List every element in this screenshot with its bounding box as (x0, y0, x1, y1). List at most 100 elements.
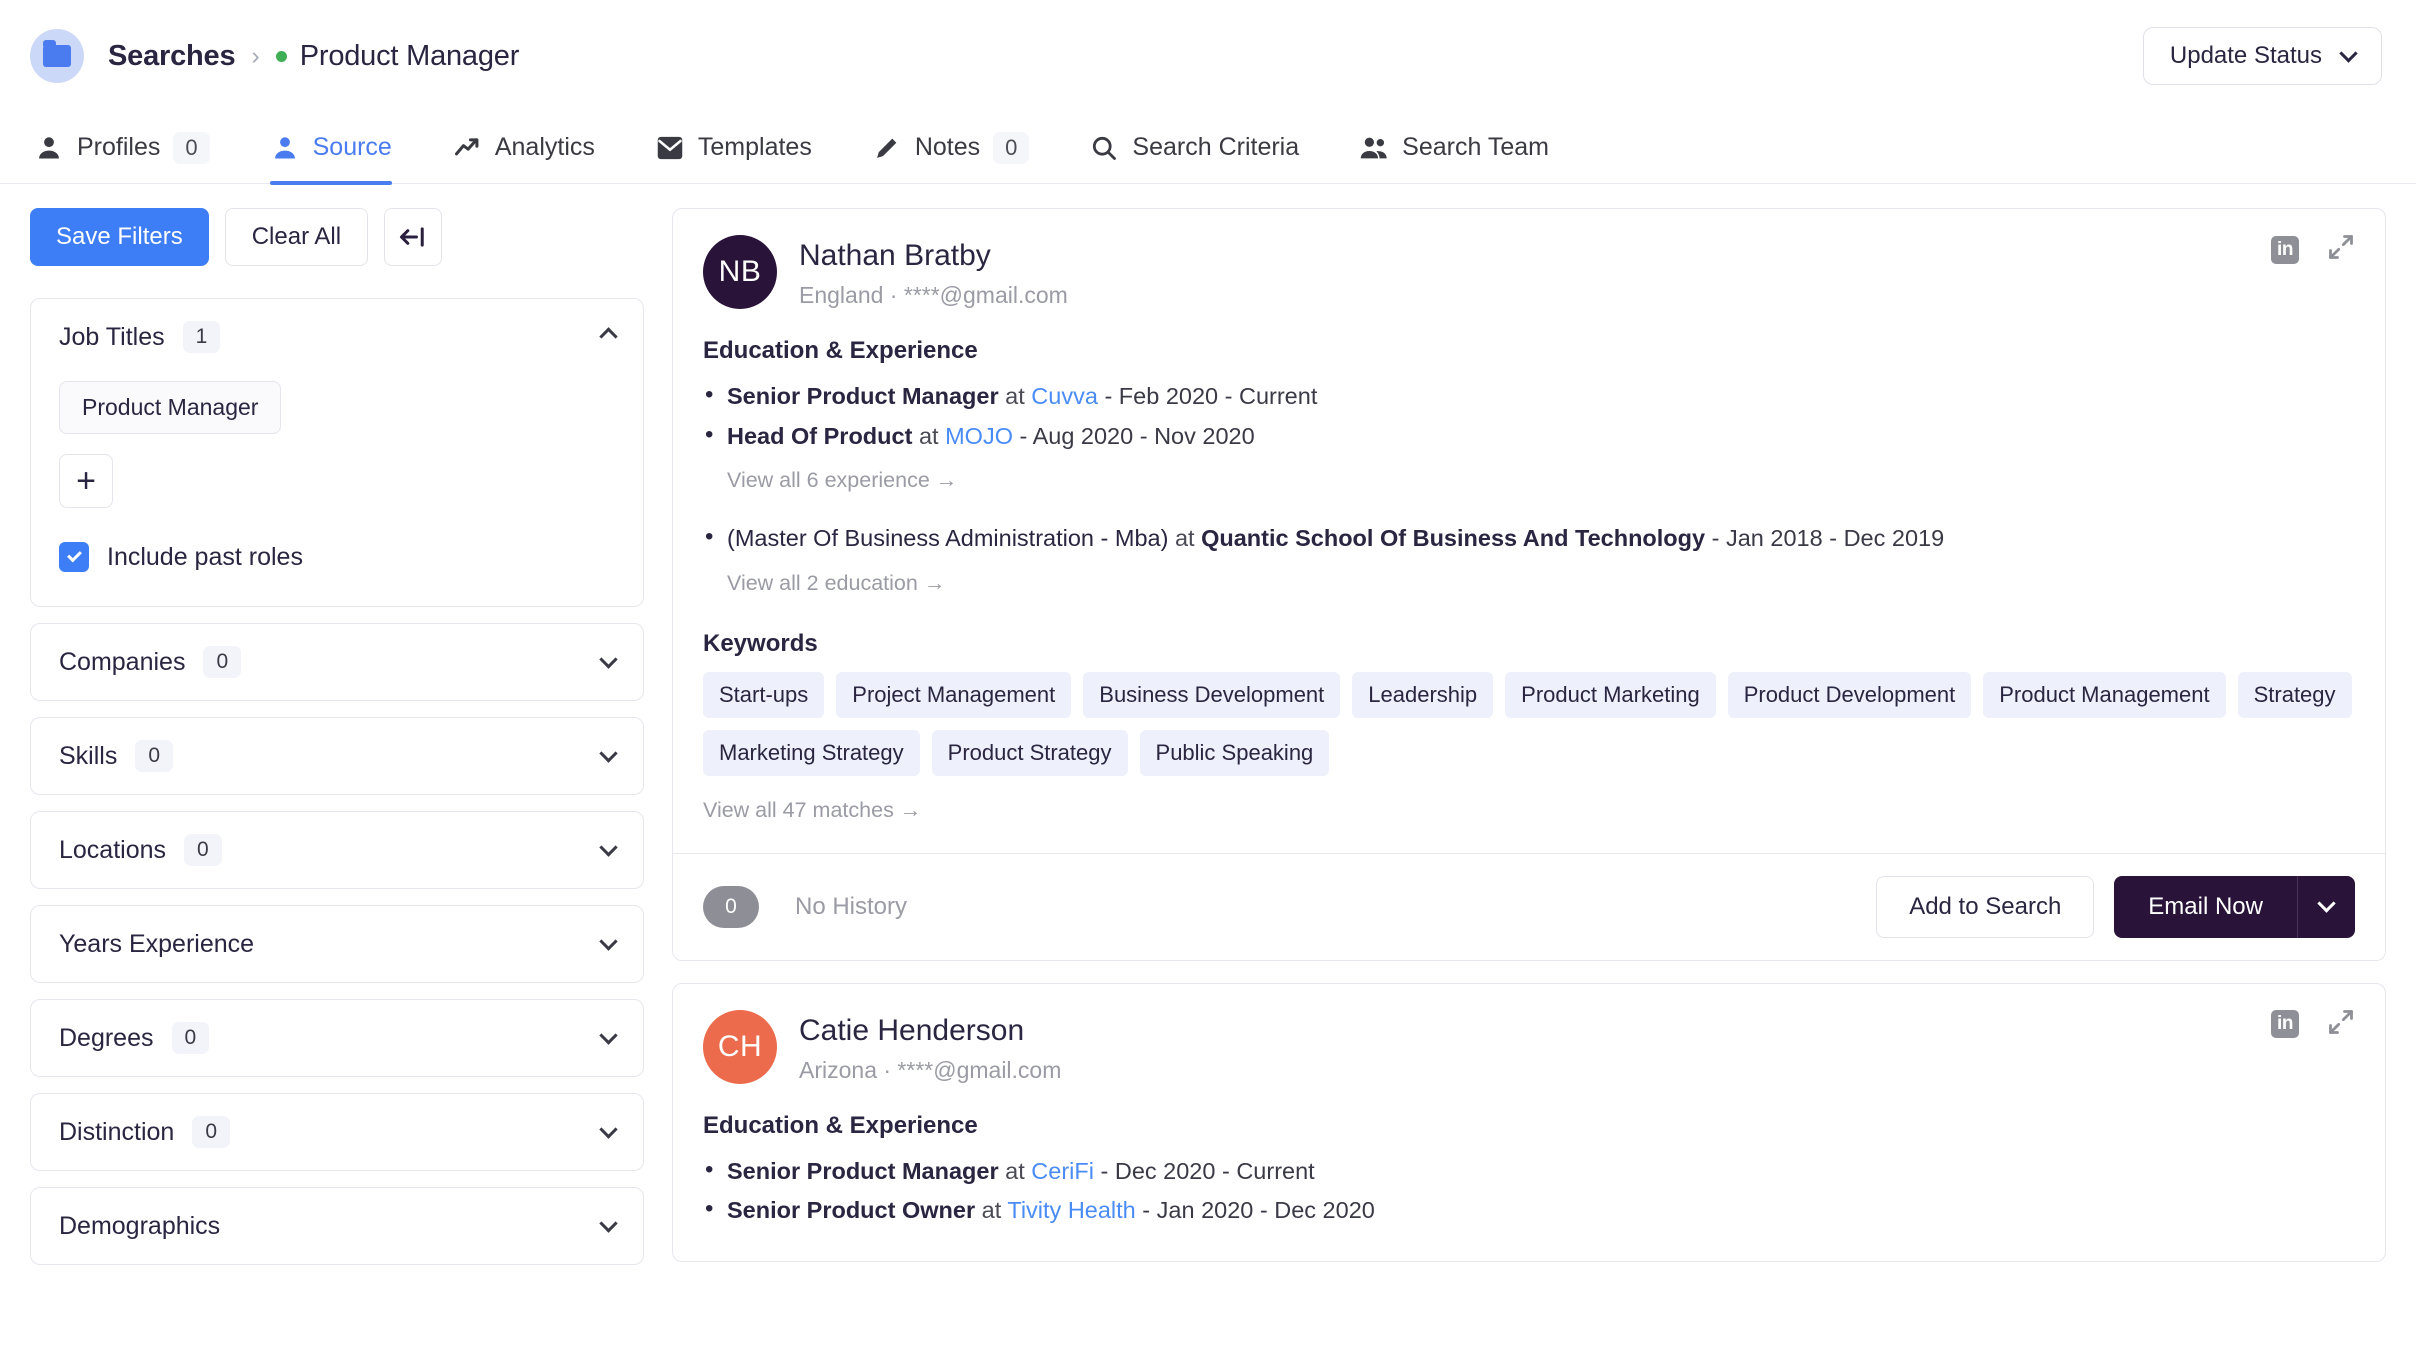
filter-section-degrees-title: Degrees (59, 1023, 154, 1052)
avatar: CH (703, 1009, 777, 1084)
job-title-chip[interactable]: Product Manager (59, 381, 282, 434)
experience-role: Senior Product Manager (727, 383, 999, 409)
education-list: (Master Of Business Administration - Mba… (703, 519, 2355, 559)
email-now-dropdown-button[interactable] (2297, 875, 2355, 938)
tab-search-team[interactable]: Search Team (1359, 112, 1575, 183)
keyword-chip[interactable]: Project Management (836, 671, 1072, 718)
tab-source[interactable]: Source (269, 112, 418, 185)
envelope-icon (655, 133, 685, 163)
filter-section-degrees-header[interactable]: Degrees 0 (31, 1000, 643, 1076)
filter-section-job-titles-title: Job Titles (59, 322, 165, 351)
experience-company-link[interactable]: MOJO (945, 423, 1013, 449)
experience-dates: - Jan 2020 - Dec 2020 (1142, 1197, 1375, 1223)
expand-icon[interactable] (2327, 233, 2355, 266)
profile-card-actions: in (2271, 1008, 2355, 1041)
filter-section-distinction-header[interactable]: Distinction 0 (31, 1094, 643, 1170)
include-past-roles-checkbox[interactable] (59, 542, 89, 572)
education-dates: - Jan 2018 - Dec 2019 (1711, 525, 1945, 551)
chevron-down-icon (599, 650, 618, 671)
filter-section-years-experience-header[interactable]: Years Experience (31, 906, 643, 982)
expand-icon[interactable] (2327, 1008, 2355, 1041)
tab-bar: Profiles 0 Source Analytics Templates No… (0, 112, 2416, 185)
experience-dates-value: Jan 2020 - Dec 2020 (1156, 1197, 1375, 1223)
clear-all-button[interactable]: Clear All (224, 208, 369, 266)
linkedin-icon[interactable]: in (2271, 1010, 2299, 1038)
experience-role: Head Of Product (727, 422, 913, 449)
filter-section-companies-count: 0 (203, 646, 242, 678)
chevron-down-icon (599, 744, 618, 765)
experience-list: Senior Product Manager at Cuvva - Feb 20… (703, 377, 2355, 456)
experience-item: Senior Product Owner at Tivity Health - … (705, 1191, 2355, 1231)
keyword-chip[interactable]: Start-ups (703, 671, 825, 718)
chevron-down-icon (599, 1214, 618, 1235)
top-header-bar: Searches › Product Manager Update Status (0, 0, 2416, 112)
profile-name[interactable]: Nathan Bratby (799, 239, 1068, 273)
filters-sidebar: Save Filters Clear All Job Titles 1 Prod… (30, 208, 644, 1362)
linkedin-icon[interactable]: in (2271, 235, 2299, 264)
filter-section-locations-title: Locations (59, 835, 167, 864)
tab-search-criteria[interactable]: Search Criteria (1089, 112, 1325, 183)
filter-section-companies-header[interactable]: Companies 0 (31, 624, 643, 700)
filter-section-skills-header[interactable]: Skills 0 (31, 718, 643, 794)
experience-company-link[interactable]: CeriFi (1031, 1158, 1094, 1184)
experience-role: Senior Product Owner (727, 1197, 976, 1223)
history-label: No History (795, 892, 908, 920)
avatar: NB (703, 235, 777, 309)
tab-source-label: Source (312, 133, 392, 161)
profile-name[interactable]: Catie Henderson (799, 1014, 1061, 1048)
update-status-button[interactable]: Update Status (2142, 27, 2382, 85)
keyword-chip[interactable]: Product Development (1727, 671, 1972, 718)
experience-dates: - Feb 2020 - Current (1104, 383, 1318, 409)
filter-section-demographics-header[interactable]: Demographics (31, 1188, 643, 1264)
tab-analytics[interactable]: Analytics (452, 112, 621, 183)
email-now-split-button: Email Now (2114, 875, 2355, 938)
people-icon (1359, 133, 1389, 163)
collapse-panel-icon[interactable] (384, 208, 443, 266)
keywords-block: Keywords Start-ups Project Management Bu… (703, 630, 2355, 823)
view-all-matches-link[interactable]: View all 47 matches → (703, 798, 2355, 823)
chevron-down-icon (599, 932, 618, 953)
filter-section-locations-header[interactable]: Locations 0 (31, 812, 643, 888)
experience-item: Senior Product Manager at CeriFi - Dec 2… (705, 1152, 2355, 1192)
filter-section-skills-title: Skills (59, 741, 118, 770)
breadcrumb-searches-link[interactable]: Searches (108, 40, 236, 73)
filter-section-companies: Companies 0 (30, 623, 644, 701)
education-item: (Master Of Business Administration - Mba… (705, 519, 2355, 559)
person-icon (270, 133, 300, 163)
keyword-chip[interactable]: Leadership (1352, 671, 1494, 718)
filter-section-companies-title: Companies (59, 647, 186, 676)
view-all-education-link[interactable]: View all 2 education → (727, 571, 2355, 596)
keyword-chip[interactable]: Strategy (2237, 671, 2352, 718)
filter-section-job-titles-header[interactable]: Job Titles 1 (31, 299, 643, 375)
breadcrumb: Searches › Product Manager (108, 40, 519, 73)
experience-company-link[interactable]: Cuvva (1031, 383, 1098, 409)
education-school: Quantic School Of Business And Technolog… (1201, 525, 1706, 551)
at-label: at (1005, 383, 1025, 409)
profile-card-footer: 0 No History Add to Search Email Now (673, 852, 2385, 960)
view-all-experience-link[interactable]: View all 6 experience → (727, 468, 2355, 493)
add-job-title-button[interactable]: + (59, 454, 113, 508)
profile-location-email: Arizona · ****@gmail.com (799, 1056, 1062, 1083)
tab-templates[interactable]: Templates (655, 112, 838, 183)
keyword-chip[interactable]: Business Development (1083, 671, 1341, 718)
include-past-roles-row[interactable]: Include past roles (59, 542, 615, 572)
update-status-label: Update Status (2169, 42, 2322, 69)
experience-company-link[interactable]: Tivity Health (1007, 1197, 1135, 1223)
chevron-up-icon (599, 326, 618, 348)
keyword-chip[interactable]: Product Strategy (931, 729, 1128, 776)
keyword-chip[interactable]: Product Marketing (1505, 671, 1716, 718)
keyword-chip[interactable]: Public Speaking (1139, 729, 1330, 776)
keyword-chip[interactable]: Marketing Strategy (703, 729, 920, 776)
email-now-button[interactable]: Email Now (2114, 875, 2297, 938)
save-filters-button[interactable]: Save Filters (30, 208, 209, 266)
add-to-search-button[interactable]: Add to Search (1876, 875, 2095, 938)
keyword-chip[interactable]: Product Management (1983, 671, 2226, 718)
tab-notes[interactable]: Notes 0 (872, 112, 1056, 183)
education-experience-heading: Education & Experience (703, 337, 978, 364)
tab-profiles[interactable]: Profiles 0 (30, 112, 236, 183)
filter-section-demographics: Demographics (30, 1187, 644, 1265)
education-experience-heading: Education & Experience (703, 1111, 978, 1139)
education-dates-value: Jan 2018 - Dec 2019 (1725, 525, 1945, 551)
filter-section-job-titles-count: 1 (182, 321, 221, 353)
breadcrumb-separator-icon: › (251, 41, 260, 70)
